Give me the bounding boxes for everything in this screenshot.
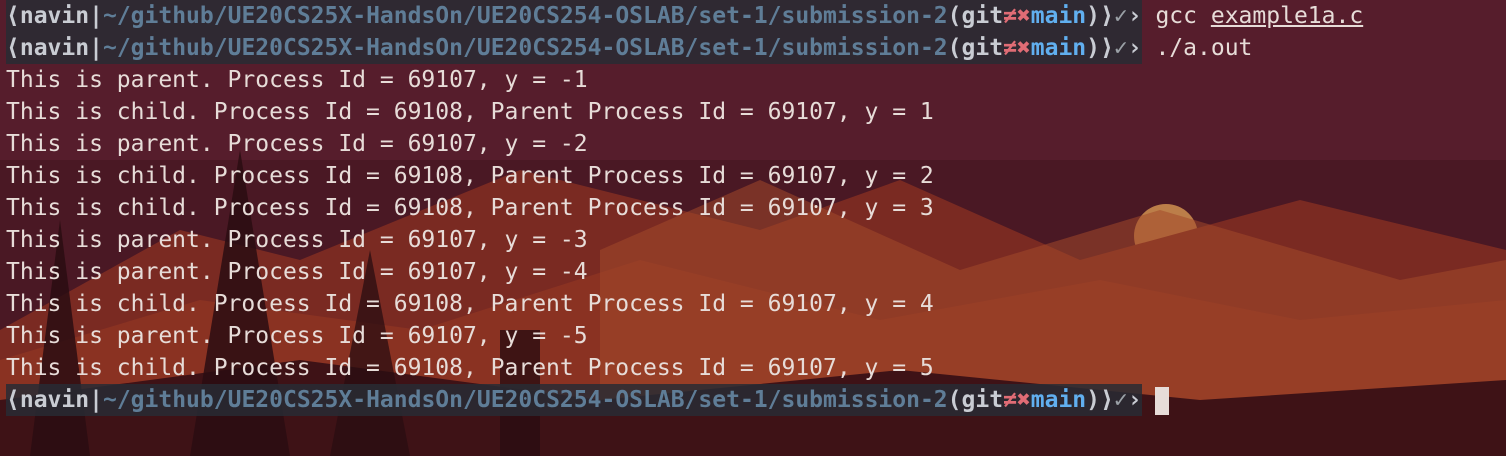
prompt-line: ⟨navin|~/github/UE20CS25X-HandsOn/UE20CS… [6, 32, 1363, 64]
output-line: This is parent. Process Id = 69107, y = … [6, 323, 588, 349]
text-cursor[interactable] [1155, 386, 1170, 415]
output-line: This is parent. Process Id = 69107, y = … [6, 227, 588, 253]
status-check-icon: ✓ [1113, 387, 1128, 413]
output-line: This is child. Process Id = 69108, Paren… [6, 355, 934, 381]
command: gcc [1155, 3, 1197, 29]
prompt-arrow-icon: › [1127, 387, 1142, 413]
prompt-user: navin [19, 35, 90, 61]
git-dirty-icon: ≠✖ [1003, 387, 1031, 413]
prompt: ⟨navin|~/github/UE20CS25X-HandsOn/UE20CS… [6, 32, 1142, 64]
terminal[interactable]: ⟨navin|~/github/UE20CS25X-HandsOn/UE20CS… [6, 0, 1363, 416]
output-line: This is parent. Process Id = 69107, y = … [6, 67, 588, 93]
prompt-path: ~/github/UE20CS25X-HandsOn/UE20CS254-OSL… [102, 35, 948, 61]
output-line: This is child. Process Id = 69108, Paren… [6, 195, 934, 221]
output-line: This is child. Process Id = 69108, Paren… [6, 163, 934, 189]
output-line: This is parent. Process Id = 69107, y = … [6, 259, 588, 285]
prompt-line: ⟨navin|~/github/UE20CS25X-HandsOn/UE20CS… [6, 0, 1363, 32]
prompt-user: navin [19, 387, 90, 413]
git-branch: main [1030, 3, 1087, 29]
status-check-icon: ✓ [1113, 35, 1128, 61]
output-line: This is child. Process Id = 69108, Paren… [6, 291, 934, 317]
prompt-path: ~/github/UE20CS25X-HandsOn/UE20CS254-OSL… [102, 387, 948, 413]
git-dirty-icon: ≠✖ [1003, 3, 1031, 29]
output-line: This is parent. Process Id = 69107, y = … [6, 131, 588, 157]
git-dirty-icon: ≠✖ [1003, 35, 1031, 61]
prompt-path: ~/github/UE20CS25X-HandsOn/UE20CS254-OSL… [102, 3, 948, 29]
prompt-line-current: ⟨navin|~/github/UE20CS25X-HandsOn/UE20CS… [6, 384, 1363, 416]
output-line: This is child. Process Id = 69108, Paren… [6, 99, 934, 125]
command: ./a.out [1155, 35, 1253, 61]
prompt-arrow-icon: › [1127, 3, 1142, 29]
prompt: ⟨navin|~/github/UE20CS25X-HandsOn/UE20CS… [6, 0, 1142, 32]
prompt-arrow-icon: › [1127, 35, 1142, 61]
command-file-link[interactable]: example1a.c [1211, 3, 1363, 29]
git-branch: main [1030, 387, 1087, 413]
git-branch: main [1030, 35, 1087, 61]
prompt: ⟨navin|~/github/UE20CS25X-HandsOn/UE20CS… [6, 384, 1142, 416]
status-check-icon: ✓ [1113, 3, 1128, 29]
prompt-user: navin [19, 3, 90, 29]
